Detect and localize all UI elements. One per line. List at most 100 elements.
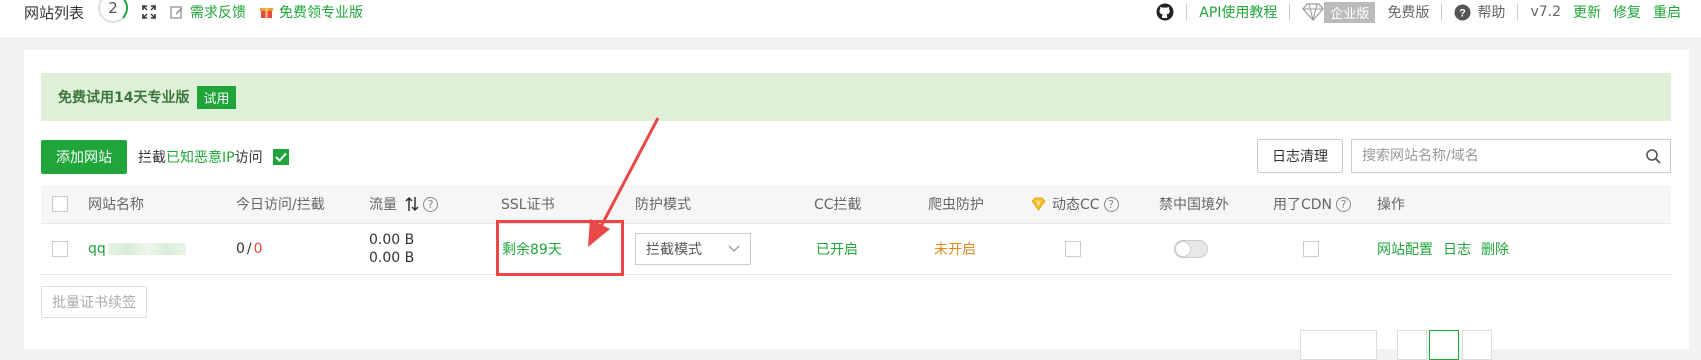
dynamic-cc-checkbox[interactable] [1065,241,1081,257]
cc-status[interactable]: 已开启 [816,239,858,259]
table-header: 网站名称 今日访问/拦截 流量 ? SSL证书 防护模式 CC拦截 爬虫防护 V… [41,185,1671,224]
add-site-button[interactable]: 添加网站 [41,140,127,174]
traffic-help-icon[interactable]: ? [423,196,438,212]
free-pro-label: 免费领专业版 [279,5,364,21]
cc-cell: 已开启 [816,224,858,274]
free-edition-label: 免费版 [1387,5,1430,21]
version-label: v7.2 [1530,4,1561,20]
diamond-icon [1302,3,1325,21]
trial-notice-text: 免费试用14天专业版 [58,90,190,106]
header-ssl[interactable]: SSL证书 [501,185,555,223]
crawler-cell: 未开启 [934,224,976,274]
check-icon [274,152,287,162]
search-input[interactable] [1352,140,1636,172]
block-foreign-cell [1174,224,1208,274]
row-select-cell [52,224,68,274]
log-clean-button[interactable]: 日志清理 [1257,139,1343,173]
question-icon: ? [1454,4,1471,21]
header-visits: 今日访问/拦截 [236,197,325,213]
header-block-foreign: 禁中国境外 [1159,197,1229,213]
api-tutorial-link[interactable]: API使用教程 [1199,2,1277,22]
block-prefix: 拦截 [138,150,166,166]
top-bar-left: 网站列表 2 需求反馈 免费领专业版 [24,0,363,24]
select-all-checkbox[interactable] [52,196,68,212]
help-label: 帮助 [1477,5,1506,21]
row-checkbox[interactable] [52,241,68,257]
protect-mode-cell: 拦截模式 [635,224,751,274]
cdn-help-icon[interactable]: ? [1336,196,1352,212]
traffic-in: 0.00 B [369,232,415,248]
fullscreen-icon[interactable] [142,5,156,19]
malicious-ip-link[interactable]: 已知恶意IP [166,147,235,167]
site-count-badge: 2 [98,0,129,23]
dynamic-cc-cell [1065,224,1081,274]
visits-cell: 0/0 [236,224,263,274]
header-cc: CC拦截 [814,197,862,213]
visits-separator: / [246,241,252,257]
site-name-redacted [107,243,186,255]
repair-link[interactable]: 修复 [1613,2,1641,22]
site-list-panel: 免费试用14天专业版 试用 添加网站 拦截已知恶意IP访问 日志清理 网站名称 … [24,50,1689,360]
traffic-out: 0.00 B [369,250,415,266]
dynamic-cc-help-icon[interactable]: ? [1103,196,1119,212]
header-dynamic-cc-cell: V 动态CC ? [1031,185,1119,223]
site-name-link[interactable]: qq [88,241,106,257]
crawler-status[interactable]: 未开启 [934,239,976,259]
header-traffic[interactable]: 流量 [369,194,397,214]
ssl-highlight-box [496,220,624,276]
block-malicious-ip: 拦截 已知恶意IP 访问 [138,140,289,174]
table-row: qq 0/0 0.00 B 0.00 B 剩余89天 拦截模式 已开启 未开启 [41,224,1671,275]
visits-count: 0 [236,241,245,257]
edit-icon [170,5,184,19]
search-icon[interactable] [1636,148,1670,164]
chevron-down-icon [728,245,740,253]
update-link[interactable]: 更新 [1573,2,1601,22]
header-cdn: 用了CDN [1273,197,1333,213]
trial-notice: 免费试用14天专业版 试用 [41,73,1671,121]
feedback-label: 需求反馈 [190,5,247,21]
feedback-link[interactable]: 需求反馈 [170,2,246,22]
free-pro-link[interactable]: 免费领专业版 [260,2,363,22]
blocked-count[interactable]: 0 [254,241,263,257]
pager-next[interactable] [1462,330,1492,360]
header-traffic-cell: 流量 ? [369,185,438,223]
header-name[interactable]: 网站名称 [88,185,144,223]
actions-cell: 网站配置 日志 删除 [1377,224,1509,274]
header-actions: 操作 [1377,197,1405,213]
block-foreign-toggle[interactable] [1174,240,1208,258]
log-link[interactable]: 日志 [1443,239,1471,259]
try-button[interactable]: 试用 [197,85,236,109]
enterprise-badge[interactable]: 企业版 [1324,1,1376,23]
help-link[interactable]: ? 帮助 [1454,2,1505,22]
divider [1441,4,1443,20]
block-ip-checkbox[interactable] [272,149,289,165]
pager-current[interactable] [1429,330,1459,360]
top-bar-right: API使用教程 企业版 免费版 ? 帮助 v7.2 更新 修复 重启 [1156,0,1681,24]
divider [1289,4,1291,20]
github-icon[interactable] [1156,3,1174,21]
delete-link[interactable]: 删除 [1481,239,1509,259]
site-config-link[interactable]: 网站配置 [1377,239,1433,259]
header-cdn-cell: 用了CDN ? [1273,185,1352,223]
page-size-select[interactable] [1300,330,1377,360]
protect-mode-value: 拦截模式 [646,242,702,258]
header-dynamic-cc: 动态CC [1052,197,1100,213]
svg-text:?: ? [1460,7,1467,19]
protect-mode-select[interactable]: 拦截模式 [635,233,751,265]
page-title: 网站列表 [24,3,85,22]
svg-text:V: V [1036,201,1040,207]
block-suffix: 访问 [234,150,263,166]
cdn-cell [1303,224,1319,274]
search-box [1351,139,1671,173]
batch-renew-ssl-button[interactable]: 批量证书续签 [41,286,147,318]
header-protect-mode: 防护模式 [635,197,691,213]
sort-icon[interactable] [405,196,419,212]
divider [1517,4,1519,20]
gift-icon [260,5,274,19]
cdn-checkbox[interactable] [1303,241,1319,257]
shield-icon: V [1031,197,1046,211]
restart-link[interactable]: 重启 [1653,2,1681,22]
traffic-cell: 0.00 B 0.00 B [369,224,414,274]
pager-prev[interactable] [1397,330,1427,360]
divider [1186,4,1188,20]
